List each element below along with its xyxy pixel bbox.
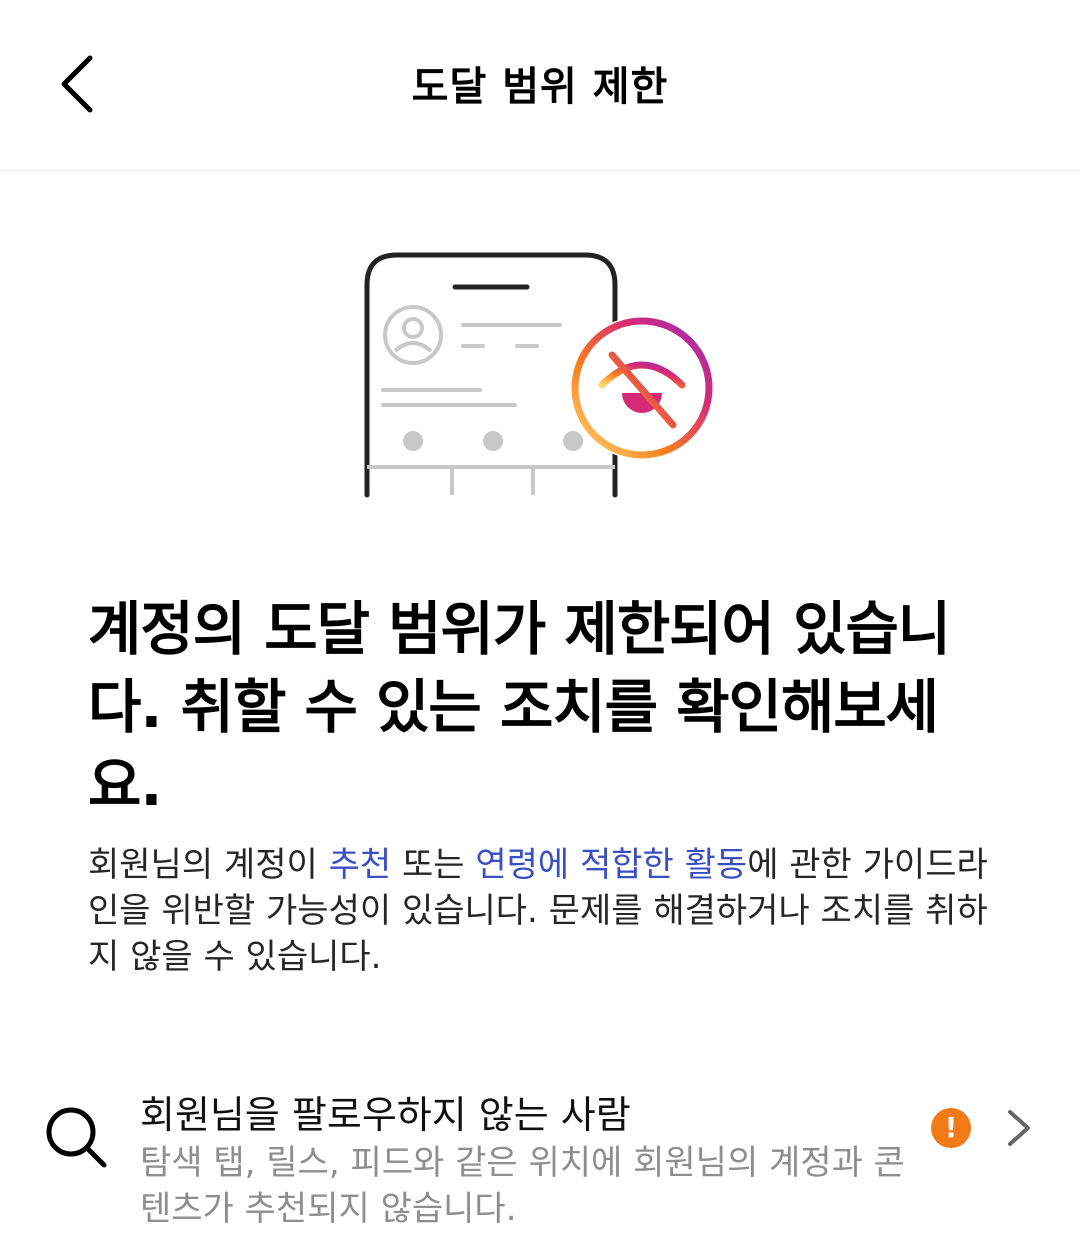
- list-item-subtitle: 탐색 탭, 릴스, 피드와 같은 위치에 회원님의 계정과 콘텐츠가 추천되지 …: [140, 1143, 905, 1229]
- search-icon: [46, 1107, 107, 1168]
- description-text: 회원님의 계정이: [88, 845, 329, 885]
- restricted-reach-illustration: [355, 245, 725, 510]
- top-bar: 도달 범위 제한: [0, 0, 1080, 171]
- description: 회원님의 계정이 추천 또는 연령에 적합한 활동에 관한 가이드라인을 위반할…: [88, 842, 1008, 980]
- description-text: 또는: [391, 845, 476, 885]
- warning-badge: !: [931, 1108, 971, 1148]
- chevron-right-icon: [1008, 1110, 1030, 1146]
- headline: 계정의 도달 범위가 제한되어 있습니다. 취할 수 있는 조치를 확인해보세요…: [88, 595, 951, 819]
- page-title: 도달 범위 제한: [411, 64, 669, 110]
- recommendation-link[interactable]: 추천: [329, 845, 392, 885]
- age-appropriate-link[interactable]: 연령에 적합한 활동: [475, 845, 747, 885]
- eye-slash-icon: [570, 316, 714, 460]
- list-item-title: 회원님을 팔로우하지 않는 사람: [140, 1093, 631, 1137]
